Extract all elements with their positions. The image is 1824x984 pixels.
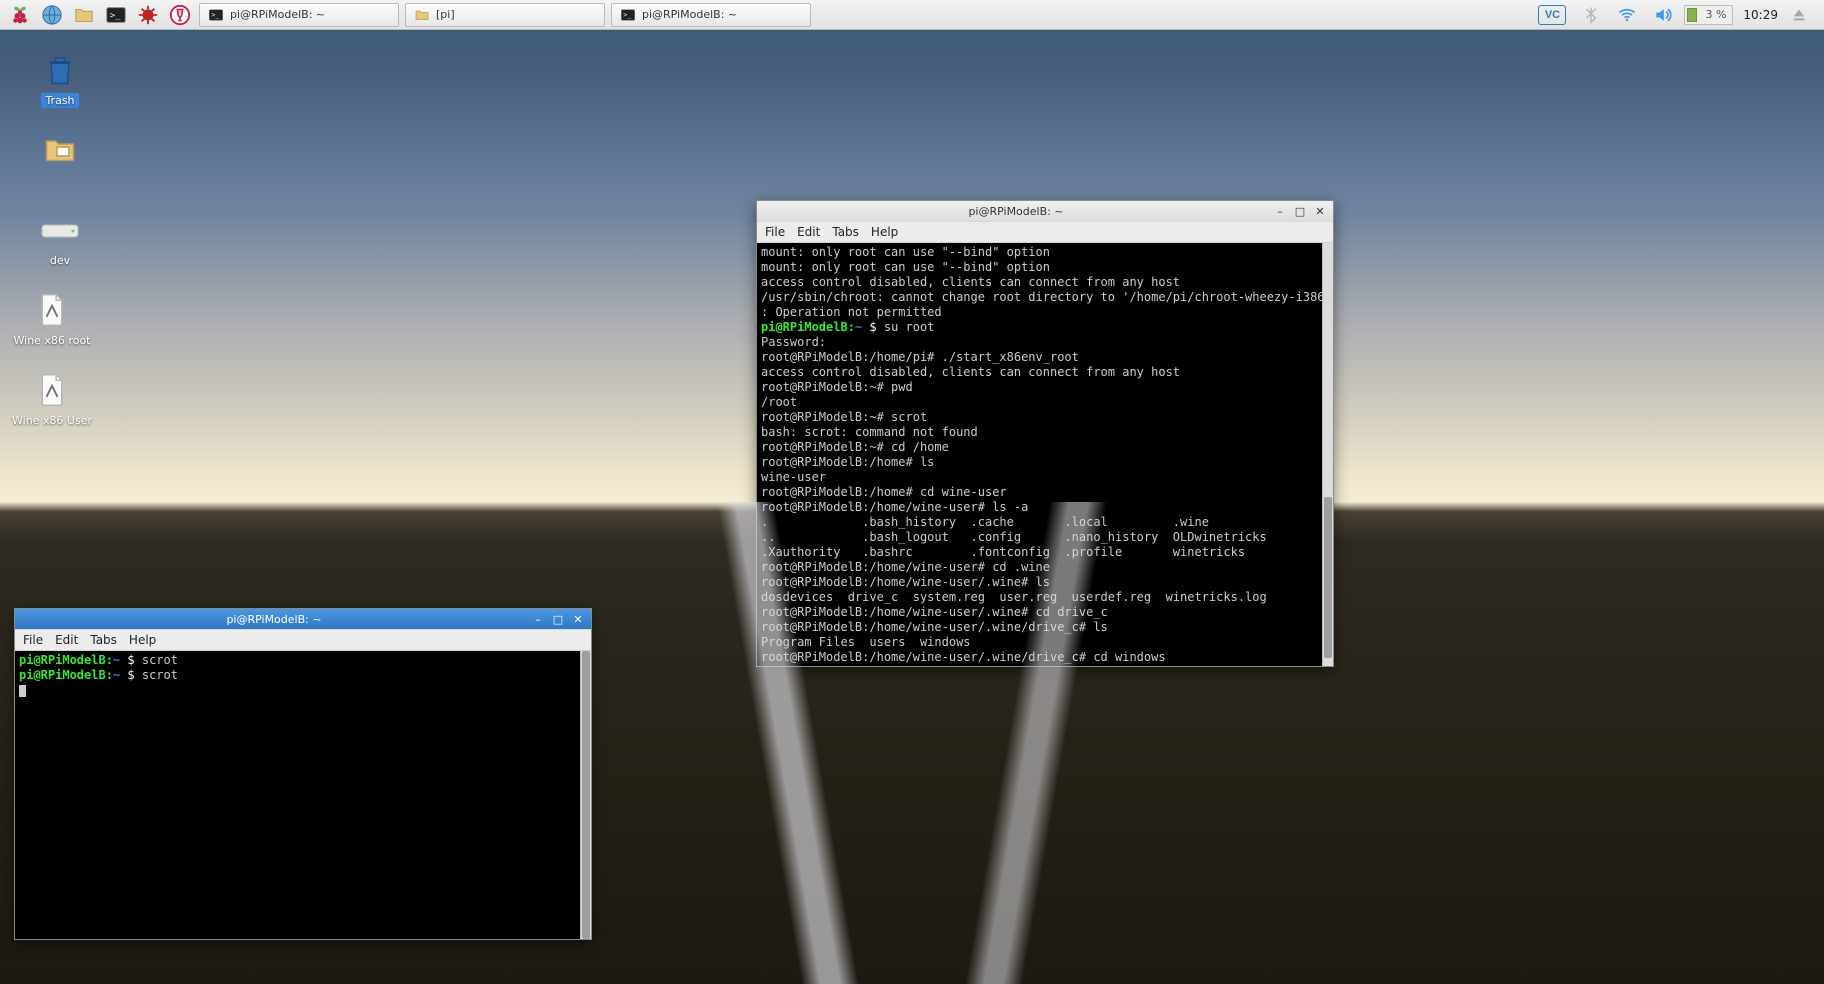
icon-label: Wine x86 root: [14, 334, 91, 347]
scrollbar[interactable]: [580, 651, 591, 939]
cpu-usage[interactable]: 3 %: [1684, 5, 1733, 25]
menu-file[interactable]: File: [23, 633, 43, 647]
volume-icon[interactable]: [1652, 4, 1674, 26]
desktop-icon-dev[interactable]: dev: [20, 210, 100, 267]
vnc-icon[interactable]: VC: [1538, 5, 1566, 25]
trash-icon: [40, 50, 80, 90]
task-label: [pi]: [436, 8, 455, 21]
terminal-icon: >_: [208, 7, 224, 23]
terminal-output[interactable]: mount: only root can use "--bind" option…: [757, 243, 1333, 666]
desktop-icon-trash[interactable]: Trash: [20, 50, 100, 107]
svg-text:>_: >_: [110, 9, 122, 20]
menubar: File Edit Tabs Help: [15, 629, 591, 651]
raspberry-menu-icon[interactable]: [8, 3, 32, 27]
terminal-icon[interactable]: >_: [104, 3, 128, 27]
taskbar: >_ >_ pi@RPiModelB: ~ [pi] >_ pi@RPiMode…: [0, 0, 1824, 30]
folder-icon: [40, 130, 80, 170]
wine-icon[interactable]: [168, 3, 192, 27]
desktop-icon-docs[interactable]: [20, 130, 100, 174]
titlebar[interactable]: pi@RPiModelB: ~ – □ ✕: [757, 201, 1333, 221]
system-tray: VC 3 % 10:29: [1534, 4, 1820, 26]
script-icon: [32, 290, 72, 330]
menubar: File Edit Tabs Help: [757, 221, 1333, 243]
icon-label: Trash: [41, 93, 78, 108]
task-label: pi@RPiModelB: ~: [642, 8, 737, 21]
close-button[interactable]: ✕: [1311, 204, 1329, 218]
terminal-window-pi[interactable]: pi@RPiModelB: ~ – □ ✕ File Edit Tabs Hel…: [14, 608, 592, 940]
menu-tabs[interactable]: Tabs: [832, 225, 859, 239]
minimize-button[interactable]: –: [1271, 204, 1289, 218]
eject-icon[interactable]: [1788, 4, 1810, 26]
window-controls: – □ ✕: [529, 612, 587, 626]
folder-icon: [414, 7, 430, 23]
svg-text:>_: >_: [623, 11, 631, 19]
desktop-icon-wine-root[interactable]: Wine x86 root: [12, 290, 92, 347]
file-manager-icon[interactable]: [72, 3, 96, 27]
task-button-terminal-1[interactable]: >_ pi@RPiModelB: ~: [199, 3, 399, 27]
desktop-icon-wine-user[interactable]: Wine x86 User: [12, 370, 92, 427]
window-title: pi@RPiModelB: ~: [761, 205, 1271, 218]
titlebar[interactable]: pi@RPiModelB: ~ – □ ✕: [15, 609, 591, 629]
menu-tabs[interactable]: Tabs: [90, 633, 117, 647]
menu-help[interactable]: Help: [129, 633, 156, 647]
minesweeper-icon[interactable]: [136, 3, 160, 27]
menu-edit[interactable]: Edit: [797, 225, 820, 239]
task-button-file-manager[interactable]: [pi]: [405, 3, 605, 27]
wifi-icon[interactable]: [1616, 4, 1638, 26]
drive-icon: [40, 210, 80, 250]
task-button-terminal-2[interactable]: >_ pi@RPiModelB: ~: [611, 3, 811, 27]
maximize-button[interactable]: □: [1291, 204, 1309, 218]
task-label: pi@RPiModelB: ~: [230, 8, 325, 21]
terminal-window-root[interactable]: pi@RPiModelB: ~ – □ ✕ File Edit Tabs Hel…: [756, 200, 1334, 667]
menu-file[interactable]: File: [765, 225, 785, 239]
script-icon: [32, 370, 72, 410]
minimize-button[interactable]: –: [529, 612, 547, 626]
icon-label: dev: [50, 254, 70, 267]
terminal-icon: >_: [620, 7, 636, 23]
terminal-output[interactable]: pi@RPiModelB:~ $ scrot pi@RPiModelB:~ $ …: [15, 651, 591, 939]
menu-edit[interactable]: Edit: [55, 633, 78, 647]
menu-help[interactable]: Help: [871, 225, 898, 239]
scrollbar[interactable]: [1322, 243, 1333, 666]
svg-text:>_: >_: [211, 11, 219, 19]
clock[interactable]: 10:29: [1743, 8, 1778, 22]
maximize-button[interactable]: □: [549, 612, 567, 626]
window-title: pi@RPiModelB: ~: [19, 613, 529, 626]
window-controls: – □ ✕: [1271, 204, 1329, 218]
icon-label: Wine x86 User: [12, 414, 92, 427]
close-button[interactable]: ✕: [569, 612, 587, 626]
web-browser-icon[interactable]: [40, 3, 64, 27]
bluetooth-icon[interactable]: [1580, 4, 1602, 26]
